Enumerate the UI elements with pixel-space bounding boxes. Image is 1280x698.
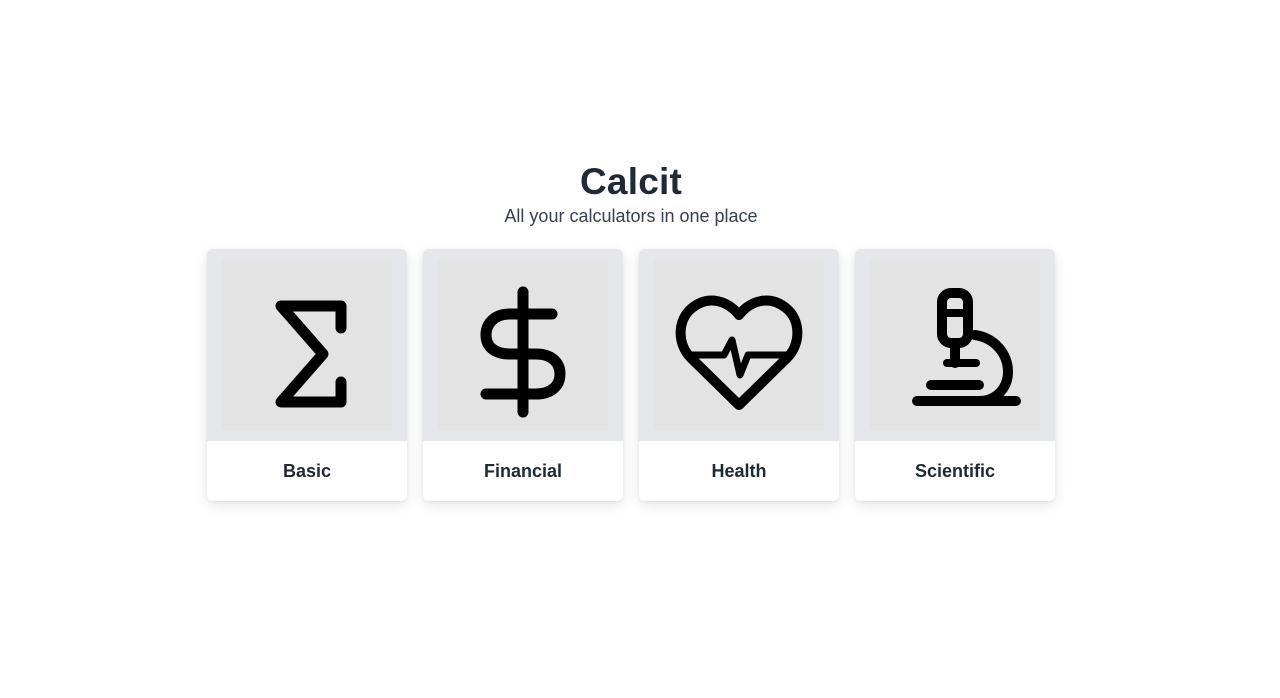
card-scientific[interactable]: Scientific [855, 249, 1055, 501]
card-icon-box [438, 260, 608, 430]
page-subtitle: All your calculators in one place [504, 206, 758, 226]
dollar-icon [480, 286, 566, 418]
card-label: Scientific [914, 460, 996, 481]
card-label: Basic [282, 460, 332, 481]
card-image-area [855, 249, 1055, 441]
card-icon-box [870, 260, 1040, 430]
card-label: Health [711, 460, 767, 481]
card-image-area [207, 249, 407, 441]
microscope-icon [912, 288, 1021, 406]
heart-pulse-icon [675, 295, 803, 410]
card-icon-box [654, 260, 824, 430]
page: Calcit All your calculators in one place… [0, 0, 1280, 698]
card-basic[interactable]: Basic [207, 249, 407, 501]
card-label: Financial [483, 460, 563, 481]
card-health[interactable]: Health [639, 249, 839, 501]
card-image-area [639, 249, 839, 441]
page-title: Calcit [580, 161, 682, 202]
calculator-cards: Basic Financial Health Scientific [207, 249, 1055, 501]
hero: Calcit All your calculators in one place [0, 160, 1262, 228]
sigma-icon [275, 300, 347, 408]
card-financial[interactable]: Financial [423, 249, 623, 501]
card-icon-box [222, 260, 392, 430]
card-image-area [423, 249, 623, 441]
